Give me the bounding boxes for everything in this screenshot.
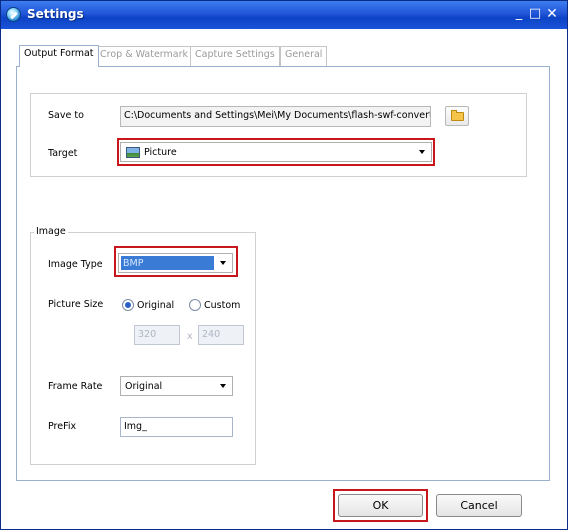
cancel-button[interactable]: Cancel (436, 494, 522, 517)
close-icon[interactable]: ✕ (544, 6, 560, 22)
height-input[interactable]: 240 (198, 325, 244, 345)
ok-highlight (333, 489, 428, 522)
chevron-down-icon (220, 384, 226, 388)
frame-rate-label: Frame Rate (48, 381, 103, 392)
tab-capture-settings[interactable]: Capture Settings (190, 46, 280, 66)
browse-folder-button[interactable] (445, 106, 469, 126)
title-bar[interactable]: Settings _ □ ✕ (1, 1, 567, 29)
target-highlight (117, 138, 435, 166)
tab-crop-watermark[interactable]: Crop & Watermark (95, 46, 194, 66)
settings-app-icon (6, 7, 21, 22)
save-to-path-field[interactable]: C:\Documents and Settings\Mei\My Documen… (120, 106, 431, 127)
maximize-icon[interactable]: □ (527, 6, 543, 22)
image-type-highlight (114, 246, 238, 277)
target-label: Target (48, 148, 78, 159)
dimension-separator: x (187, 331, 193, 342)
original-radio[interactable] (122, 299, 134, 311)
tab-output-format[interactable]: Output Format (19, 45, 99, 67)
custom-radio-label: Custom (204, 300, 241, 311)
prefix-input[interactable]: Img_ (120, 417, 233, 437)
original-radio-label: Original (137, 300, 175, 311)
frame-rate-value: Original (125, 381, 163, 392)
custom-radio[interactable] (189, 299, 201, 311)
tab-general[interactable]: General (280, 46, 328, 66)
window-title: Settings (27, 7, 84, 21)
frame-rate-select[interactable]: Original (120, 376, 233, 396)
minimize-icon[interactable]: _ (511, 6, 527, 22)
picture-size-label: Picture Size (48, 299, 104, 310)
image-type-label: Image Type (48, 259, 103, 270)
prefix-label: PreFix (48, 421, 77, 432)
open-folder-icon (451, 110, 464, 121)
save-to-label: Save to (48, 110, 84, 121)
image-group-label: Image (34, 226, 68, 237)
width-input[interactable]: 320 (134, 325, 180, 345)
